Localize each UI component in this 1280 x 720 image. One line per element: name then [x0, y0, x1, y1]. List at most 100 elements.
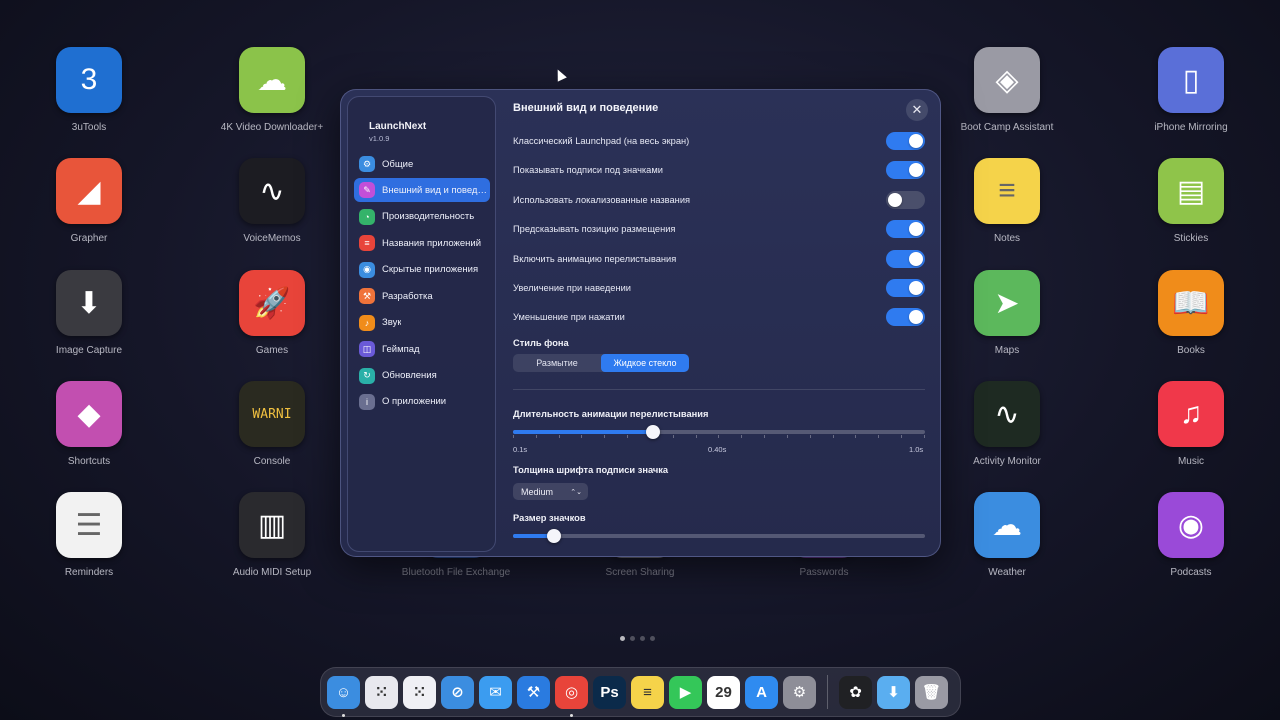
page-dot-3[interactable] [640, 636, 645, 641]
app-label: Stickies [1173, 233, 1209, 244]
background-style-label: Стиль фона [513, 338, 569, 348]
toggle-knob [909, 281, 923, 295]
mouse-cursor-icon [553, 67, 567, 82]
midi-keyboard-icon: ▥ [239, 492, 305, 558]
app-label: VoiceMemos [243, 233, 301, 244]
sidebar-item-6[interactable]: ⚒ Разработка [354, 284, 490, 308]
toggle-knob [909, 222, 923, 237]
app-iphone-mirroring[interactable]: ▯ iPhone Mirroring [1126, 47, 1256, 133]
downloads-folder-icon[interactable]: ⬇ [877, 675, 910, 709]
slider-fill [513, 430, 654, 434]
app-maps[interactable]: ➤ Maps [942, 270, 1072, 356]
toggle-switch[interactable] [886, 190, 925, 209]
app-label: Maps [994, 345, 1020, 356]
sidebar-item-8[interactable]: ◫ Геймпад [354, 337, 490, 361]
sidebar-item-label: Скрытые приложения [382, 264, 479, 276]
setting-row-4: Предсказывать позицию размещения [513, 218, 925, 240]
finder-icon[interactable]: ☺ [327, 675, 360, 717]
safari-icon[interactable]: ⊘ [441, 675, 474, 709]
app-podcasts[interactable]: ◉ Podcasts [1126, 492, 1256, 578]
app-3utools[interactable]: 3 3uTools [24, 47, 154, 133]
facetime-icon[interactable]: ▶ [669, 675, 702, 709]
app-console[interactable]: WARNI Console [207, 381, 337, 467]
slider-tick [558, 435, 560, 438]
app-store-icon[interactable]: A [745, 675, 778, 709]
slider-max-label: 1.0s [909, 445, 924, 454]
setting-row-2: Показывать подписи под значками [513, 159, 925, 181]
app-label: iPhone Mirroring [1154, 122, 1228, 133]
gear-icon: ⚙ [359, 156, 375, 172]
mail-icon[interactable]: ✉ [479, 675, 512, 709]
sidebar-item-5[interactable]: ◉ Скрытые приложения [354, 258, 490, 282]
books-icon: 📖 [1158, 270, 1224, 336]
calendar-icon[interactable]: 29 [707, 675, 740, 709]
sidebar-item-10[interactable]: i О приложении [354, 390, 490, 414]
app-reminders[interactable]: ☰ Reminders [24, 492, 154, 578]
animation-duration-slider[interactable] [513, 425, 925, 439]
chrome-icon[interactable]: ◎ [555, 675, 588, 717]
animation-duration-label: Длительность анимации перелистывания [513, 409, 709, 419]
weather-icon: ☁ [974, 492, 1040, 558]
app-grapher[interactable]: ◢ Grapher [24, 158, 154, 244]
slider-mid-label: 0.40s [708, 445, 727, 454]
toggle-switch[interactable] [886, 220, 925, 239]
xcode-icon[interactable]: ⚒ [517, 675, 550, 709]
app-notes[interactable]: ≡ Notes [942, 158, 1072, 244]
app-weather[interactable]: ☁ Weather [942, 492, 1072, 578]
sidebar-item-label: О приложении [382, 396, 447, 408]
segment-liquid-glass[interactable]: Жидкое стекло [601, 354, 689, 372]
sidebar-item-9[interactable]: ↻ Обновления [354, 364, 490, 388]
slider-tick [535, 435, 537, 438]
activity-monitor-icon: ∿ [974, 381, 1040, 447]
sidebar-item-2[interactable]: ✎ Внешний вид и поведение [354, 178, 490, 203]
icon-size-slider[interactable] [513, 529, 925, 543]
maps-icon: ➤ [974, 270, 1040, 336]
page-indicator[interactable] [620, 636, 655, 641]
trash-icon[interactable]: 🗑 [915, 675, 948, 709]
sidebar-nav: ⚙ Общие ✎ Внешний вид и поведение ◔ Производи… [354, 152, 490, 416]
sidebar-item-4[interactable]: ≡ Названия приложений [354, 231, 490, 255]
close-button[interactable]: ✕ [906, 99, 928, 121]
launchnext-icon[interactable]: ⁙ [403, 675, 436, 709]
app-shortcuts[interactable]: ◆ Shortcuts [24, 381, 154, 467]
app-music[interactable]: ♫ Music [1126, 381, 1256, 467]
app-label: Bluetooth File Exchange [401, 567, 511, 578]
toggle-switch[interactable] [886, 161, 925, 180]
setting-row-3: Использовать локализованные названия [513, 189, 925, 211]
page-dot-4[interactable] [650, 636, 655, 641]
launchpad-icon[interactable]: ⁙ [365, 675, 398, 709]
podcasts-icon: ◉ [1158, 492, 1224, 558]
app-games[interactable]: 🚀 Games [207, 270, 337, 356]
app-version: v1.0.9 [369, 134, 390, 143]
app-image-capture[interactable]: ⬇ Image Capture [24, 270, 154, 356]
sidebar-item-3[interactable]: ◔ Производительность [354, 205, 490, 229]
notes-icon[interactable]: ≡ [631, 675, 664, 709]
toggle-switch[interactable] [886, 279, 925, 297]
photoshop-icon[interactable]: Ps [593, 675, 626, 709]
app-voicememos[interactable]: ∿ VoiceMemos [207, 158, 337, 244]
slider-thumb[interactable] [547, 529, 562, 543]
app-stickies[interactable]: ▤ Stickies [1126, 158, 1256, 244]
app-boot-camp-assistant[interactable]: ◈ Boot Camp Assistant [942, 47, 1072, 133]
app-books[interactable]: 📖 Books [1126, 270, 1256, 356]
image-capture-icon: ⬇ [56, 270, 122, 336]
background-style-segmented-control[interactable]: Размытие Жидкое стекло [513, 354, 689, 372]
setting-row-1: Классический Launchpad (на весь экран) [513, 130, 925, 152]
toggle-switch[interactable] [886, 132, 925, 150]
app-activity-monitor[interactable]: ∿ Activity Monitor [942, 381, 1072, 467]
font-weight-label: Толщина шрифта подписи значка [513, 465, 669, 475]
font-weight-select[interactable]: Medium ⌃⌄ [513, 483, 588, 500]
toggle-switch[interactable] [886, 308, 925, 327]
app-audio-midi-setup[interactable]: ▥ Audio MIDI Setup [207, 492, 337, 578]
toggle-switch[interactable] [886, 249, 925, 268]
setting-row-6: Увеличение при наведении [513, 277, 925, 299]
page-dot-1[interactable] [620, 636, 625, 641]
system-settings-icon[interactable]: ⚙ [783, 675, 816, 709]
page-dot-2[interactable] [630, 636, 635, 641]
app-4k-video-downloader-[interactable]: ☁ 4K Video Downloader+ [207, 47, 337, 133]
sidebar-item-7[interactable]: ♪ Звук [354, 311, 490, 335]
chatgpt-icon[interactable]: ✿ [839, 675, 872, 709]
segment-blur[interactable]: Размытие [513, 354, 601, 372]
sidebar-item-1[interactable]: ⚙ Общие [354, 152, 490, 176]
reminders-icon: ☰ [56, 492, 122, 558]
